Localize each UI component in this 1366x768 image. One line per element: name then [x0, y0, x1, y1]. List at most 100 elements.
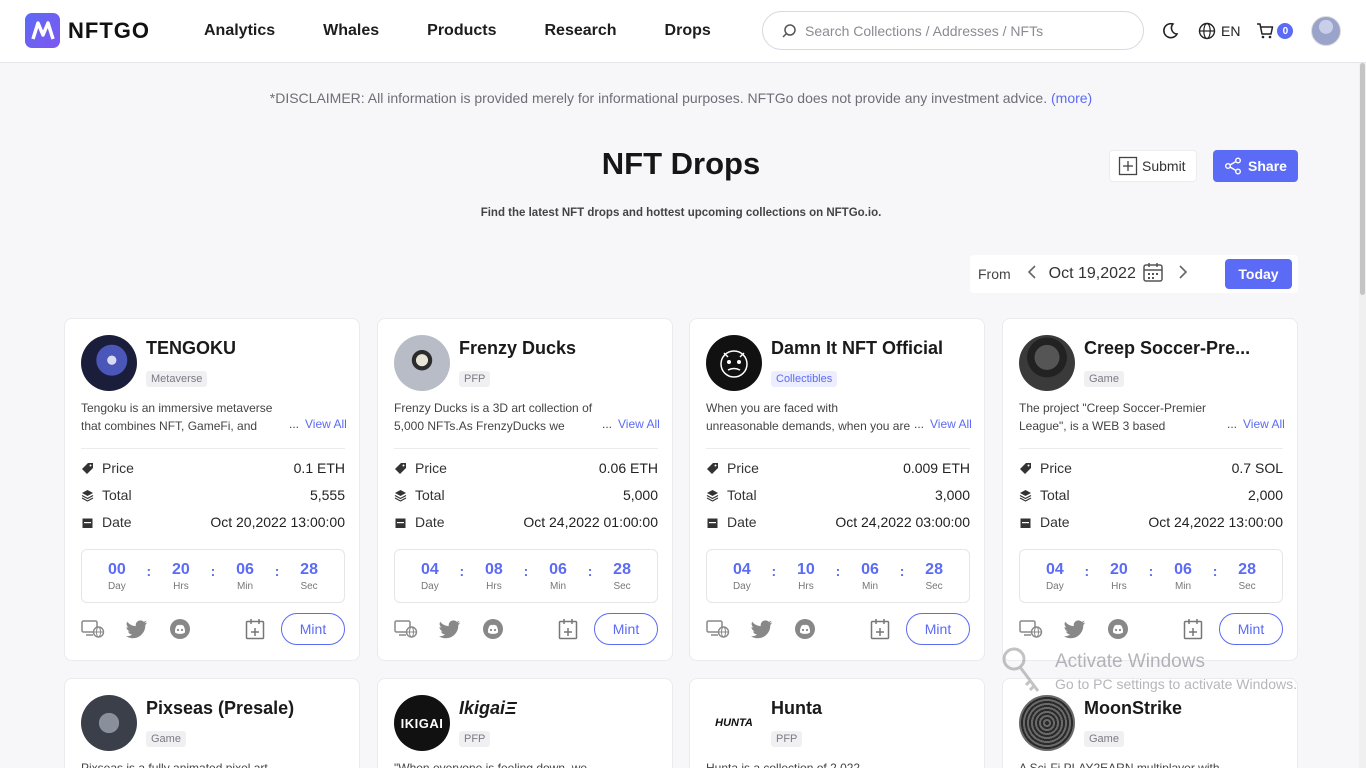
countdown-hours: 20: [1110, 560, 1128, 578]
logo-text: NFTGO: [68, 17, 150, 43]
collection-avatar[interactable]: IKIGAI: [394, 695, 450, 751]
nav-drops[interactable]: Drops: [665, 22, 711, 40]
view-all-link[interactable]: ... View All: [1223, 417, 1285, 431]
discord-icon[interactable]: [1107, 618, 1129, 640]
date-value: Oct 24,2022 13:00:00: [1148, 514, 1283, 530]
total-value: 5,000: [622, 487, 658, 503]
discord-icon[interactable]: [169, 618, 191, 640]
user-avatar[interactable]: [1311, 16, 1342, 46]
drop-card[interactable]: HUNTA Hunta PFP Hunta is a collection of…: [689, 678, 985, 768]
view-all-link[interactable]: ... View All: [285, 417, 347, 431]
submit-button[interactable]: Submit: [1109, 150, 1197, 182]
drop-card[interactable]: TENGOKU Metaverse Tengoku is an immersiv…: [64, 318, 360, 661]
card-actions: Mint: [706, 613, 970, 645]
website-icon[interactable]: [706, 619, 730, 639]
disclaimer-text: *DISCLAIMER: All information is provided…: [269, 90, 1048, 106]
disclaimer-more-link[interactable]: (more): [1051, 90, 1092, 106]
collection-name[interactable]: Hunta: [771, 698, 971, 719]
twitter-icon[interactable]: [750, 619, 774, 639]
date-value: Oct 24,2022 03:00:00: [835, 514, 970, 530]
add-to-calendar-icon[interactable]: [558, 618, 578, 640]
drop-card[interactable]: IKIGAI IkigaiΞ PFP "When everyone is fee…: [377, 678, 673, 768]
price-tag-icon: [395, 462, 406, 474]
nav-analytics[interactable]: Analytics: [204, 22, 275, 40]
date-row: Date Oct 20,2022 13:00:00: [81, 512, 345, 532]
price-row: Price 0.06 ETH: [394, 458, 658, 478]
calendar-icon[interactable]: [1142, 261, 1164, 288]
search-box[interactable]: [762, 11, 1144, 50]
price-value: 0.7 SOL: [1231, 460, 1283, 476]
chevron-left-icon[interactable]: [1027, 264, 1037, 284]
collection-avatar[interactable]: [706, 335, 762, 391]
mint-button[interactable]: Mint: [1219, 613, 1283, 645]
calendar-small-icon: [395, 518, 406, 528]
nav-research[interactable]: Research: [545, 22, 617, 40]
countdown-minutes: 06: [236, 560, 254, 578]
date-value[interactable]: Oct 19,2022: [1049, 265, 1136, 283]
collection-avatar[interactable]: [81, 335, 137, 391]
calendar-small-icon: [82, 518, 93, 528]
dark-mode-icon[interactable]: [1160, 21, 1180, 41]
cart-button[interactable]: 0: [1256, 22, 1294, 40]
nav-whales[interactable]: Whales: [323, 22, 379, 40]
twitter-icon[interactable]: [125, 619, 149, 639]
mint-button[interactable]: Mint: [906, 613, 970, 645]
watermark-subtitle: Go to PC settings to activate Windows.: [1055, 676, 1297, 692]
collection-avatar[interactable]: [394, 335, 450, 391]
collection-name[interactable]: Pixseas (Presale): [146, 698, 346, 719]
share-button[interactable]: Share: [1213, 150, 1298, 182]
drop-card[interactable]: Damn It NFT Official Collectibles When y…: [689, 318, 985, 661]
search-input[interactable]: [805, 22, 1125, 39]
price-row: Price 0.1 ETH: [81, 458, 345, 478]
mint-button[interactable]: Mint: [594, 613, 658, 645]
collection-name[interactable]: TENGOKU: [146, 338, 346, 359]
drop-card[interactable]: Pixseas (Presale) Game Pixseas is a full…: [64, 678, 360, 768]
website-icon[interactable]: [394, 619, 418, 639]
collection-name[interactable]: Frenzy Ducks: [459, 338, 659, 359]
main-nav: Analytics Whales Products Research Drops: [204, 0, 759, 62]
total-row: Total 2,000: [1019, 485, 1283, 505]
twitter-icon[interactable]: [1063, 619, 1087, 639]
language-selector[interactable]: EN: [1198, 22, 1240, 40]
collection-name[interactable]: Damn It NFT Official: [771, 338, 971, 359]
today-button[interactable]: Today: [1225, 259, 1292, 289]
collection-avatar[interactable]: [1019, 335, 1075, 391]
view-all-link[interactable]: ... View All: [598, 417, 660, 431]
nftgo-logo[interactable]: NFTGO: [25, 13, 150, 48]
globe-icon: [1198, 22, 1216, 40]
collection-avatar[interactable]: HUNTA: [706, 695, 762, 751]
twitter-icon[interactable]: [438, 619, 462, 639]
countdown-minutes: 06: [549, 560, 567, 578]
total-row: Total 5,555: [81, 485, 345, 505]
add-to-calendar-icon[interactable]: [245, 618, 265, 640]
category-tag: PFP: [459, 731, 491, 747]
nav-products[interactable]: Products: [427, 22, 496, 40]
date-row: Date Oct 24,2022 13:00:00: [1019, 512, 1283, 532]
countdown-days: 04: [1045, 560, 1064, 578]
collection-description: Hunta is a collection of 2,022 character…: [706, 761, 861, 768]
countdown-timer: 00 Day : 20 Hrs : 06 Min : 28 Sec: [81, 549, 345, 603]
add-to-calendar-icon[interactable]: [1183, 618, 1203, 640]
countdown-minutes: 06: [1174, 560, 1192, 578]
date-filter: From Oct 19,2022 Today: [970, 255, 1298, 293]
website-icon[interactable]: [1019, 619, 1043, 639]
drop-card[interactable]: Frenzy Ducks PFP Frenzy Ducks is a 3D ar…: [377, 318, 673, 661]
disclaimer: *DISCLAIMER: All information is provided…: [0, 90, 1362, 106]
discord-icon[interactable]: [482, 618, 504, 640]
discord-icon[interactable]: [794, 618, 816, 640]
countdown-timer: 04 Day : 20 Hrs : 06 Min : 28 Sec: [1019, 549, 1283, 603]
divider: [706, 448, 970, 449]
header-tools: EN 0: [1160, 0, 1342, 62]
view-all-link[interactable]: ... View All: [910, 417, 972, 431]
collection-name[interactable]: Creep Soccer-Pre...: [1084, 338, 1284, 359]
mint-button[interactable]: Mint: [281, 613, 345, 645]
countdown-seconds: 28: [300, 560, 318, 578]
chevron-right-icon[interactable]: [1178, 264, 1188, 284]
price-row: Price 0.009 ETH: [706, 458, 970, 478]
plus-square-icon: [1118, 156, 1138, 176]
add-to-calendar-icon[interactable]: [870, 618, 890, 640]
collection-avatar[interactable]: [81, 695, 137, 751]
website-icon[interactable]: [81, 619, 105, 639]
drop-card[interactable]: Creep Soccer-Pre... Game The project "Cr…: [1002, 318, 1298, 661]
collection-name[interactable]: IkigaiΞ: [459, 698, 659, 719]
